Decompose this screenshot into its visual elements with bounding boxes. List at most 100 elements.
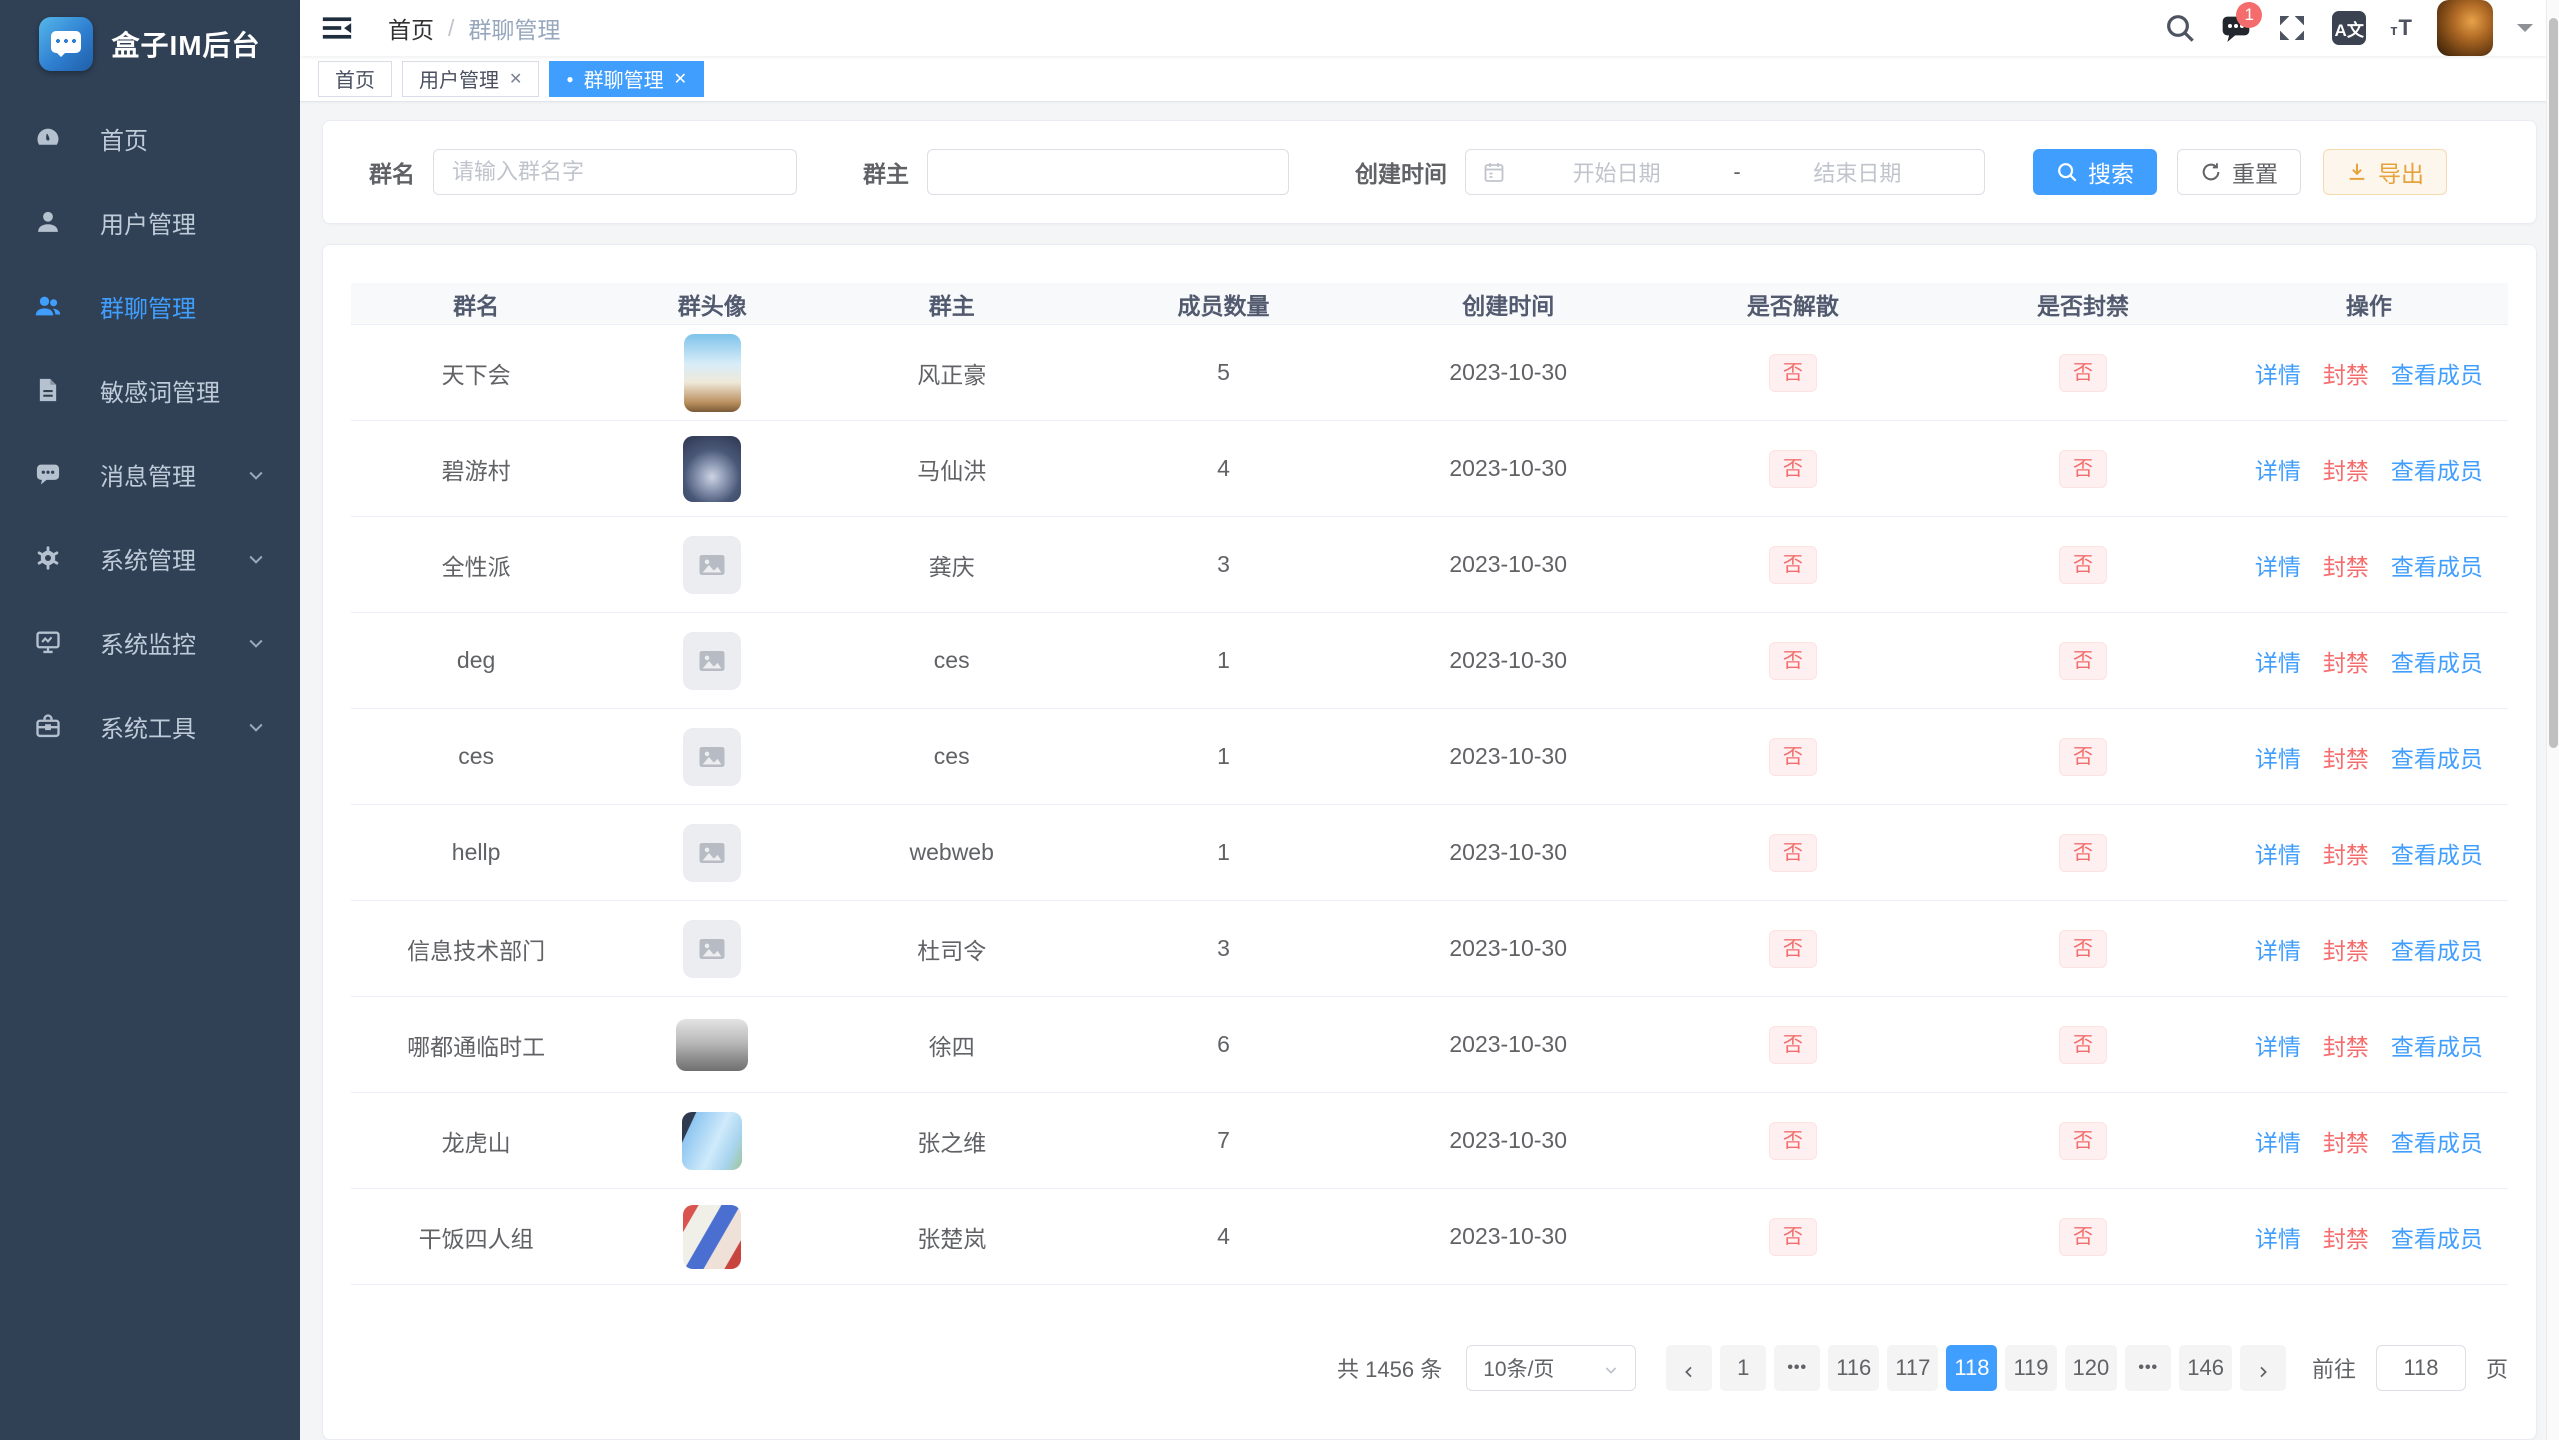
sidebar-item-home[interactable]: 首页 — [0, 96, 300, 180]
translate-icon[interactable]: A文 — [2332, 11, 2366, 45]
close-icon[interactable]: ✕ — [674, 69, 687, 89]
page-button-146[interactable]: 146 — [2179, 1345, 2232, 1391]
detail-link[interactable]: 详情 — [2255, 554, 2301, 580]
view-members-link[interactable]: 查看成员 — [2391, 1226, 2483, 1252]
page-button-117[interactable]: 117 — [1887, 1345, 1938, 1391]
sidebar-collapse-icon[interactable] — [320, 11, 354, 45]
search-button[interactable]: 搜索 — [2033, 149, 2157, 195]
view-members-link[interactable]: 查看成员 — [2391, 842, 2483, 868]
view-members-link[interactable]: 查看成员 — [2391, 938, 2483, 964]
sidebar-item-sensitive-words[interactable]: 敏感词管理 — [0, 348, 300, 432]
detail-link[interactable]: 详情 — [2255, 1034, 2301, 1060]
group-name: 干饭四人组 — [351, 1220, 601, 1254]
ellipsis-next-icon[interactable]: ••• — [2125, 1345, 2171, 1391]
sidebar-item-label: 消息管理 — [100, 457, 196, 492]
sidebar-item-label: 敏感词管理 — [100, 373, 220, 408]
tab-label: 群聊管理 — [584, 64, 664, 93]
avatar[interactable] — [2437, 0, 2493, 56]
group-owner: webweb — [823, 839, 1080, 866]
document-icon — [34, 376, 62, 404]
breadcrumb-home[interactable]: 首页 — [388, 11, 434, 45]
view-members-link[interactable]: 查看成员 — [2391, 1130, 2483, 1156]
sidebar-item-groups[interactable]: 群聊管理 — [0, 264, 300, 348]
avatar-placeholder-icon — [683, 824, 741, 882]
dissolved-badge: 否 — [1769, 450, 1817, 488]
ban-link[interactable]: 封禁 — [2323, 842, 2369, 868]
sidebar: 盒子IM后台 首页 用户管理 群聊管理 — [0, 0, 300, 1440]
sidebar-item-system-monitor[interactable]: 系统监控 — [0, 600, 300, 684]
ban-link[interactable]: 封禁 — [2323, 1226, 2369, 1252]
dissolved-badge: 否 — [1769, 546, 1817, 584]
sidebar-item-system-management[interactable]: 系统管理 — [0, 516, 300, 600]
member-count: 5 — [1080, 359, 1367, 386]
ban-link[interactable]: 封禁 — [2323, 746, 2369, 772]
view-members-link[interactable]: 查看成员 — [2391, 458, 2483, 484]
detail-link[interactable]: 详情 — [2255, 938, 2301, 964]
ban-link[interactable]: 封禁 — [2323, 938, 2369, 964]
tab-home[interactable]: 首页 — [318, 61, 392, 97]
detail-link[interactable]: 详情 — [2255, 458, 2301, 484]
view-members-link[interactable]: 查看成员 — [2391, 1034, 2483, 1060]
end-date-placeholder: 结束日期 — [1747, 156, 1968, 188]
filter-bar: 群名 群主 创建时间 开始日期 - 结束日期 搜索 — [322, 120, 2537, 224]
group-name-input[interactable] — [433, 149, 797, 195]
scrollbar-thumb[interactable] — [2549, 18, 2558, 748]
group-table-card: 群名 群头像 群主 成员数量 创建时间 是否解散 是否封禁 操作 天下会 风正豪 — [322, 244, 2537, 1440]
member-count: 1 — [1080, 839, 1367, 866]
view-members-link[interactable]: 查看成员 — [2391, 554, 2483, 580]
member-count: 1 — [1080, 647, 1367, 674]
next-page-button[interactable] — [2240, 1345, 2286, 1391]
prev-page-button[interactable] — [1666, 1345, 1712, 1391]
detail-link[interactable]: 详情 — [2255, 842, 2301, 868]
caret-down-icon[interactable] — [2517, 24, 2533, 40]
ban-link[interactable]: 封禁 — [2323, 1034, 2369, 1060]
font-size-icon[interactable]: тT — [2390, 15, 2413, 41]
date-range-input[interactable]: 开始日期 - 结束日期 — [1465, 149, 1985, 195]
ban-link[interactable]: 封禁 — [2323, 554, 2369, 580]
page-button-120[interactable]: 120 — [2065, 1345, 2118, 1391]
vertical-scrollbar[interactable] — [2546, 0, 2559, 1440]
avatar-placeholder-icon — [683, 920, 741, 978]
close-icon[interactable]: ✕ — [509, 69, 522, 89]
created-time: 2023-10-30 — [1367, 647, 1650, 674]
group-table: 群名 群头像 群主 成员数量 创建时间 是否解散 是否封禁 操作 天下会 风正豪 — [351, 283, 2508, 1285]
detail-link[interactable]: 详情 — [2255, 746, 2301, 772]
ban-link[interactable]: 封禁 — [2323, 650, 2369, 676]
view-members-link[interactable]: 查看成员 — [2391, 362, 2483, 388]
view-members-link[interactable]: 查看成员 — [2391, 746, 2483, 772]
sidebar-item-users[interactable]: 用户管理 — [0, 180, 300, 264]
detail-link[interactable]: 详情 — [2255, 650, 2301, 676]
app-logo-icon — [39, 17, 93, 71]
detail-link[interactable]: 详情 — [2255, 1226, 2301, 1252]
banned-badge: 否 — [2059, 546, 2107, 584]
sidebar-item-system-tools[interactable]: 系统工具 — [0, 684, 300, 768]
ellipsis-prev-icon[interactable]: ••• — [1774, 1345, 1820, 1391]
detail-link[interactable]: 详情 — [2255, 1130, 2301, 1156]
tab-group-management[interactable]: ● 群聊管理 ✕ — [549, 61, 704, 97]
reset-button[interactable]: 重置 — [2177, 149, 2301, 195]
dissolved-badge: 否 — [1769, 1026, 1817, 1064]
search-icon[interactable] — [2164, 12, 2196, 44]
logo-area[interactable]: 盒子IM后台 — [0, 0, 300, 88]
ban-link[interactable]: 封禁 — [2323, 1130, 2369, 1156]
messages-icon[interactable]: 1 — [2220, 12, 2252, 44]
group-avatar — [676, 1019, 748, 1071]
page-size-select[interactable]: 10条/页 — [1466, 1345, 1636, 1391]
ban-link[interactable]: 封禁 — [2323, 362, 2369, 388]
page-button-116[interactable]: 116 — [1828, 1345, 1879, 1391]
goto-page-input[interactable] — [2376, 1345, 2466, 1391]
view-members-link[interactable]: 查看成员 — [2391, 650, 2483, 676]
detail-link[interactable]: 详情 — [2255, 362, 2301, 388]
sidebar-item-messages[interactable]: 消息管理 — [0, 432, 300, 516]
tab-user-management[interactable]: 用户管理 ✕ — [402, 61, 539, 97]
ban-link[interactable]: 封禁 — [2323, 458, 2369, 484]
fullscreen-icon[interactable] — [2276, 12, 2308, 44]
owner-input[interactable] — [927, 149, 1289, 195]
page-button-118-active[interactable]: 118 — [1946, 1345, 1997, 1391]
page-button-1[interactable]: 1 — [1720, 1345, 1766, 1391]
gear-icon — [34, 544, 62, 572]
export-button[interactable]: 导出 — [2323, 149, 2447, 195]
page-button-119[interactable]: 119 — [2005, 1345, 2056, 1391]
group-owner: 杜司令 — [823, 932, 1080, 966]
table-header-row: 群名 群头像 群主 成员数量 创建时间 是否解散 是否封禁 操作 — [351, 283, 2508, 325]
